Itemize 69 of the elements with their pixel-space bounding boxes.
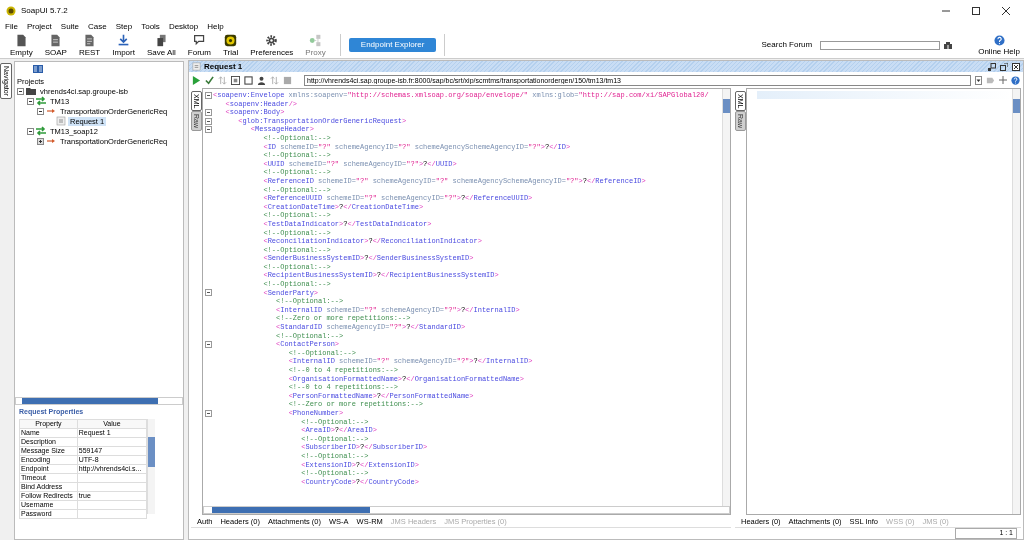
menu-item[interactable]: Suite <box>60 22 80 32</box>
help-icon[interactable] <box>1011 75 1020 85</box>
menu-item[interactable]: Project <box>26 22 52 32</box>
check-icon[interactable] <box>205 75 214 85</box>
expander-icon[interactable] <box>37 107 44 115</box>
window-title: SoapUI 5.7.2 <box>21 6 68 16</box>
expander-icon[interactable] <box>27 127 34 135</box>
dropdown-icon[interactable] <box>975 75 982 85</box>
document-icon <box>49 33 63 47</box>
menu-item[interactable]: Tools <box>141 22 160 32</box>
arrows-icon <box>36 126 46 136</box>
document-icon <box>192 62 201 71</box>
add-icon[interactable] <box>999 76 1007 84</box>
toolbar-button[interactable]: REST <box>72 33 107 57</box>
frame-icon[interactable] <box>231 75 240 85</box>
toolbar-button[interactable]: Forum <box>181 33 217 57</box>
scrollbar[interactable] <box>147 419 155 515</box>
collapse-icon[interactable] <box>204 109 212 116</box>
scrollbar[interactable] <box>1012 89 1020 514</box>
expander-icon[interactable] <box>17 87 24 95</box>
search-field[interactable] <box>820 40 941 50</box>
search-label: Search Forum <box>761 40 813 50</box>
expander-icon[interactable] <box>27 97 34 105</box>
detach-icon[interactable] <box>1000 62 1008 71</box>
toolbar-button[interactable]: SOAP <box>38 33 73 57</box>
scrollbar[interactable] <box>15 397 183 405</box>
menu-item[interactable]: Desktop <box>168 22 199 32</box>
square-icon[interactable] <box>244 75 253 85</box>
circle-icon <box>224 33 238 47</box>
scrollbar[interactable] <box>722 89 730 506</box>
user-icon[interactable] <box>257 75 266 85</box>
minimize-icon[interactable] <box>942 7 950 15</box>
toolbar-button[interactable]: Empty <box>4 33 39 57</box>
collapse-icon[interactable] <box>204 126 212 134</box>
binoculars-icon[interactable] <box>944 41 953 49</box>
collapse-icon[interactable] <box>204 91 212 99</box>
chat-icon <box>192 33 206 47</box>
network-icon <box>309 33 323 47</box>
collapse-icon[interactable] <box>204 341 212 348</box>
toolbar-button[interactable]: Preferences <box>244 33 300 57</box>
toolbar-button[interactable]: Import <box>106 33 141 57</box>
documents-icon <box>154 33 168 47</box>
maximize-icon[interactable] <box>972 7 980 15</box>
online-help-button[interactable]: Online Help <box>972 34 1020 56</box>
toolbar-button[interactable]: Save All <box>140 33 182 57</box>
folder-icon <box>26 86 36 96</box>
endpoint-explorer-button[interactable]: Endpoint Explorer <box>348 38 437 52</box>
document-icon <box>83 33 97 47</box>
close-icon[interactable] <box>1002 7 1010 15</box>
menu-item[interactable]: Case <box>88 22 107 32</box>
menu-item[interactable]: Help <box>207 22 224 32</box>
arrow-icon <box>46 106 56 116</box>
collapse-icon[interactable] <box>204 289 212 297</box>
menu-item[interactable]: Step <box>115 22 133 32</box>
play-icon[interactable] <box>192 75 201 85</box>
collapse-icon[interactable] <box>204 409 212 417</box>
scrollbar[interactable] <box>203 506 730 514</box>
toolbar-button[interactable]: Trial <box>216 33 245 57</box>
download-icon <box>117 33 131 47</box>
panel-title: Request 1 <box>204 61 243 72</box>
detach-icon[interactable] <box>988 62 996 71</box>
collapse-icon[interactable] <box>204 117 212 125</box>
app-logo-icon <box>6 6 16 16</box>
menu-item[interactable]: File <box>5 22 18 32</box>
expander-icon[interactable] <box>37 137 44 145</box>
arrows-icon <box>36 96 46 106</box>
document-icon <box>56 116 66 126</box>
arrow-icon <box>46 136 56 146</box>
close-icon[interactable] <box>1012 62 1020 71</box>
